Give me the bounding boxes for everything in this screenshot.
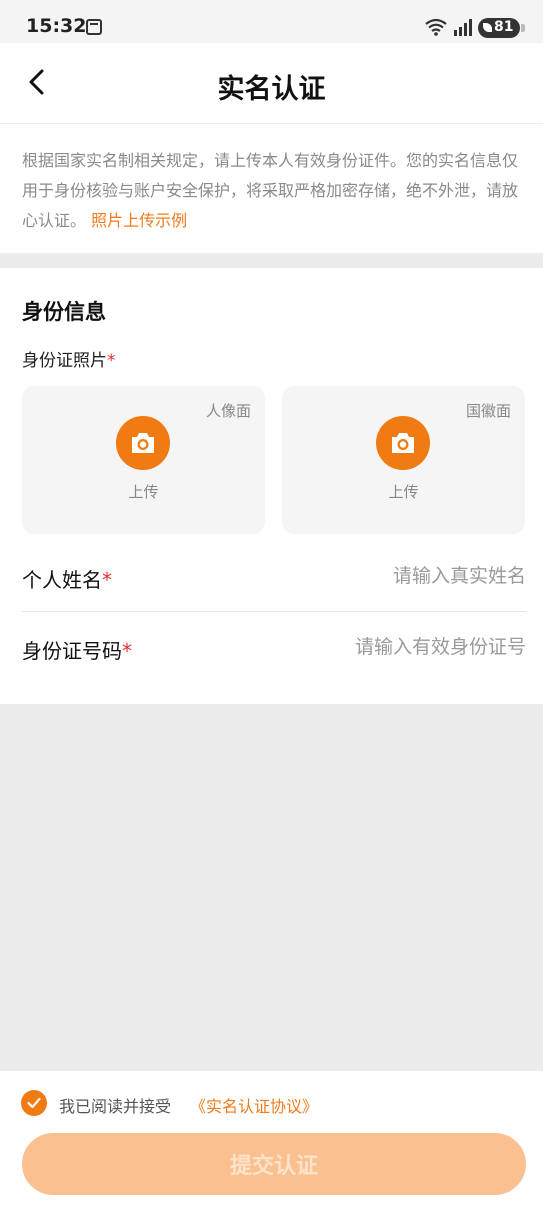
required-mark: * — [102, 568, 112, 592]
id-number-label-text: 身份证号码 — [22, 639, 122, 663]
name-label: 个人姓名* — [22, 564, 112, 593]
wifi-icon — [425, 18, 447, 36]
battery-icon: 81 — [478, 18, 525, 38]
notice-text: 根据国家实名制相关规定，请上传本人有效身份证件。您的实名信息仅用于身份核验与账户… — [22, 146, 527, 236]
agreement-link[interactable]: 《实名认证协议》 — [190, 1093, 318, 1117]
page-title: 实名认证 — [217, 74, 326, 105]
id-photo-label: 身份证照片* — [22, 346, 116, 371]
battery-level: 81 — [494, 19, 514, 35]
header-bar: 实名认证 — [0, 43, 543, 123]
id-number-field-row: 身份证号码* — [22, 613, 526, 683]
notice-panel: 根据国家实名制相关规定，请上传本人有效身份证件。您的实名信息仅用于身份核验与账户… — [0, 123, 543, 253]
upload-card-portrait[interactable]: 人像面 上传 — [22, 386, 265, 534]
leaf-icon — [483, 23, 492, 32]
section-title: 身份信息 — [22, 300, 106, 324]
agree-checkbox[interactable] — [21, 1090, 47, 1116]
identity-form: 身份信息 身份证照片* 人像面 上传 国徽面 上传 个人姓名* 身份证号码* — [0, 268, 543, 704]
calendar-icon — [86, 19, 102, 35]
card-side-label: 国徽面 — [465, 402, 511, 420]
card-side-label: 人像面 — [205, 402, 251, 420]
camera-icon[interactable] — [376, 416, 430, 470]
upload-card-emblem[interactable]: 国徽面 上传 — [282, 386, 525, 534]
status-time: 15:32 — [26, 15, 87, 37]
camera-icon[interactable] — [116, 416, 170, 470]
name-label-text: 个人姓名 — [22, 568, 102, 592]
submit-button[interactable]: 提交认证 — [22, 1133, 526, 1195]
required-mark: * — [122, 639, 132, 663]
upload-label: 上传 — [388, 483, 419, 501]
signal-icon — [454, 19, 472, 36]
id-number-input[interactable] — [306, 629, 526, 665]
bottom-bar: 我已阅读并接受 《实名认证协议》 提交认证 — [0, 1071, 543, 1213]
id-photo-label-text: 身份证照片 — [22, 351, 107, 371]
check-icon — [27, 1097, 41, 1109]
id-number-label: 身份证号码* — [22, 635, 132, 664]
agree-text: 我已阅读并接受 — [59, 1097, 172, 1116]
status-bar: 15:32 81 — [0, 0, 543, 43]
required-mark: * — [107, 351, 116, 371]
name-input[interactable] — [306, 558, 526, 594]
upload-label: 上传 — [128, 483, 159, 501]
name-field-row: 个人姓名* — [22, 542, 526, 612]
photo-example-link[interactable]: 照片上传示例 — [91, 211, 187, 230]
